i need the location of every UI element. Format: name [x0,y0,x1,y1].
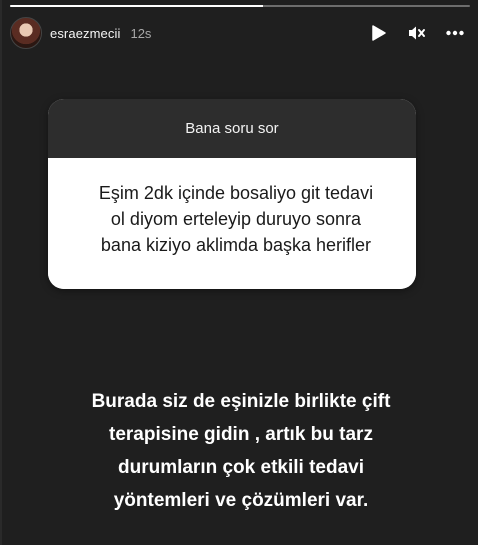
story-progress-bar [10,5,470,7]
story-progress-fill [10,5,263,7]
question-sticker[interactable]: Bana soru sor Eşim 2dk içinde bosaliyo g… [48,99,416,289]
question-line: bana kiziyo aklimda başka herifler [100,235,372,255]
avatar[interactable] [10,17,42,49]
question-text: Eşim 2dk içinde bosaliyo git tedavi ol d… [48,158,416,289]
play-icon[interactable] [370,24,388,42]
question-line: Eşim 2dk içinde bosaliyo git tedavi [98,183,374,203]
answer-line: Burada siz de eşinizle birlikte çift [91,391,391,412]
story-controls [370,24,470,42]
answer-line: yöntemleri ve çözümleri var. [113,490,369,511]
username[interactable]: esraezmecii [50,26,120,41]
answer-text: Burada siz de eşinizle birlikte çift ter… [32,385,450,517]
story-timestamp: 12s [130,25,152,41]
speaker-muted-icon[interactable] [408,24,426,42]
answer-line: durumların çok etkili tedavi [117,457,365,478]
story-header: esraezmecii 12s [10,16,470,50]
question-sticker-title: Bana soru sor [48,99,416,158]
more-horizontal-icon[interactable] [446,24,464,42]
story-viewer[interactable]: esraezmecii 12s Bana soru sor Eşim 2dk i… [0,0,478,545]
question-line: ol diyom erteleyip duruyo sonra [110,209,362,229]
answer-line: terapisine gidin , artık bu tarz [109,424,373,445]
